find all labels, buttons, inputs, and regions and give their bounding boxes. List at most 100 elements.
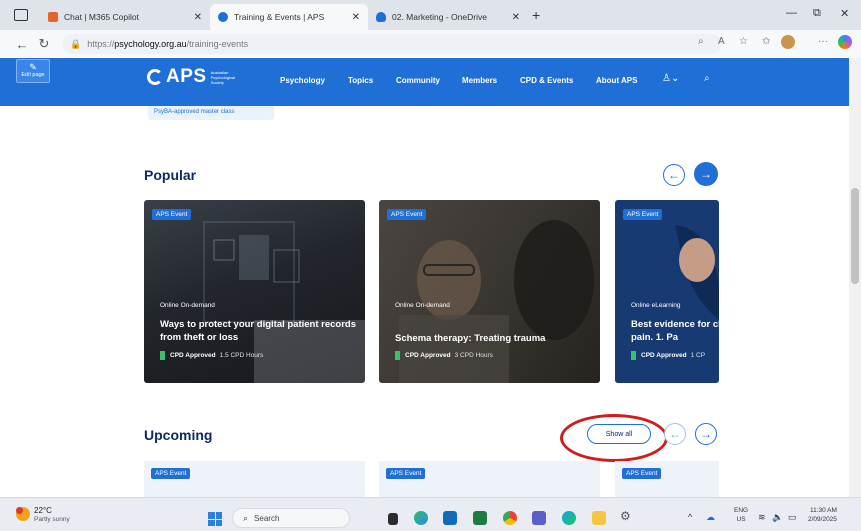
nav-community[interactable]: Community [396,76,440,85]
event-type-chip: PsyBA-approved master class [148,106,274,120]
upcoming-card[interactable] [144,461,365,497]
aps-logo-icon [147,69,163,85]
edit-page-button[interactable]: ✎ Edit page [16,59,50,83]
minimize-icon[interactable]: — [786,7,797,19]
more-menu-icon[interactable]: ··· [818,36,828,47]
aps-event-badge: APS Event [151,468,191,479]
upcoming-card[interactable] [379,461,600,497]
cpd-hours: 1 CP [690,352,706,359]
url-path: /training-events [186,39,249,49]
user-account-icon[interactable]: ♙⌄ [662,73,679,84]
windows-start-icon[interactable] [208,512,222,526]
aps-event-badge: APS Event [386,468,426,479]
cpd-info: CPD Approved 3 CPD Hours [395,351,493,360]
nav-members[interactable]: Members [462,76,497,85]
card-title[interactable]: Best evidence for chronic pain. 1. Pa [631,318,719,344]
volume-icon[interactable]: 🔈 [772,512,783,523]
tab-label: Chat | M365 Copilot [64,12,139,22]
card-meta: Online On-demand [160,302,215,309]
system-clock[interactable]: 11:30 AM 2/09/2025 [808,506,837,524]
tab-onedrive[interactable]: 02. Marketing - OneDrive ✕ [368,4,528,30]
search-icon[interactable]: ⌕ [704,73,710,84]
new-tab-button[interactable]: + [532,7,540,23]
card-title[interactable]: Ways to protect your digital patient rec… [160,318,360,344]
zoom-icon[interactable]: ⌕ [698,36,704,47]
outlook-icon[interactable] [443,511,457,525]
scrollbar-thumb[interactable] [851,188,859,284]
wifi-icon[interactable]: ≋ [758,512,766,523]
copilot-icon[interactable] [838,35,852,49]
tab-aps[interactable]: Training & Events | APS ✕ [210,4,368,30]
arrow-left-icon: ← [669,427,681,441]
excel-icon[interactable] [473,511,487,525]
pencil-icon: ✎ [29,62,37,72]
card-title[interactable]: Schema therapy: Treating trauma [395,332,595,345]
favorites-icon[interactable]: ✩ [762,36,770,47]
favorite-star-icon[interactable]: ☆ [739,36,748,47]
upcoming-next-button[interactable]: → [695,423,717,445]
weather-sun-icon[interactable] [16,507,30,521]
aps-logo[interactable]: APS Australian Psychological Society [147,66,241,88]
nav-cpd-events[interactable]: CPD & Events [520,76,573,85]
windows-taskbar [0,497,861,531]
annotation-highlight-circle [560,414,668,462]
battery-icon[interactable]: ▭ [788,512,797,523]
task-view-icon[interactable] [388,513,398,525]
card-meta: Online eLearning [631,302,681,309]
tab-actions-icon[interactable] [14,9,28,21]
nav-psychology[interactable]: Psychology [280,76,325,85]
language-code: ENG [734,507,749,514]
cpd-ribbon-icon [160,351,165,360]
weather-description[interactable]: Partly sunny [34,516,70,523]
region-code: US [736,516,746,523]
aps-event-badge: APS Event [622,468,662,479]
url-input[interactable]: 🔒 https://psychology.org.au/training-eve… [62,34,722,54]
popular-next-button[interactable]: → [694,162,718,186]
cpd-info: CPD Approved 1 CP [631,351,719,360]
logo-subtext: Australian Psychological Society [210,69,236,85]
search-icon: ⌕ [243,512,249,523]
clock-time: 11:30 AM [809,507,837,514]
restore-icon[interactable]: ⧉ [813,7,821,20]
chrome-icon[interactable] [503,511,517,525]
weather-temperature[interactable]: 22°C [34,506,52,515]
settings-gear-icon[interactable]: ⚙ [620,509,634,523]
taskbar-search-input[interactable]: ⌕ Search [232,508,350,528]
upcoming-card[interactable] [615,461,719,497]
upcoming-prev-button[interactable]: ← [664,423,686,445]
copilot-app-icon[interactable] [414,511,428,525]
teams-icon[interactable] [532,511,546,525]
cpd-label: CPD Approved [405,352,451,359]
edge-icon[interactable] [562,511,576,525]
copilot-favicon-icon [48,12,58,22]
onedrive-tray-icon[interactable]: ☁ [706,512,715,523]
window-close-icon[interactable]: ✕ [840,7,849,20]
tab-label: 02. Marketing - OneDrive [392,12,487,22]
popular-prev-button[interactable]: ← [663,164,685,186]
url-host: psychology.org.au [114,39,187,49]
show-hidden-icons-icon[interactable]: ^ [688,512,692,522]
aps-event-badge: APS Event [152,209,192,220]
cpd-ribbon-icon [395,351,400,360]
nav-topics[interactable]: Topics [348,76,373,85]
nav-about-aps[interactable]: About APS [596,76,637,85]
tab-copilot[interactable]: Chat | M365 Copilot ✕ [40,4,210,30]
profile-avatar[interactable] [781,35,795,49]
close-icon[interactable]: ✕ [512,12,520,23]
aps-event-badge: APS Event [387,209,427,220]
cpd-info: CPD Approved 1.5 CPD Hours [160,351,263,360]
refresh-icon[interactable]: ↻ [36,36,52,52]
cpd-label: CPD Approved [641,352,687,359]
back-arrow-icon[interactable]: ← [14,37,30,52]
cpd-label: CPD Approved [170,352,216,359]
input-language[interactable]: ENG US [734,506,748,524]
site-info-icon[interactable]: 🔒 [70,39,81,50]
search-placeholder: Search [254,513,280,523]
file-explorer-icon[interactable] [592,511,606,525]
notification-dot [16,507,23,514]
close-icon[interactable]: ✕ [194,12,202,23]
aps-event-badge: APS Event [623,209,663,220]
read-aloud-icon[interactable]: A [718,36,725,47]
cpd-ribbon-icon [631,351,636,360]
close-icon[interactable]: ✕ [352,12,360,23]
